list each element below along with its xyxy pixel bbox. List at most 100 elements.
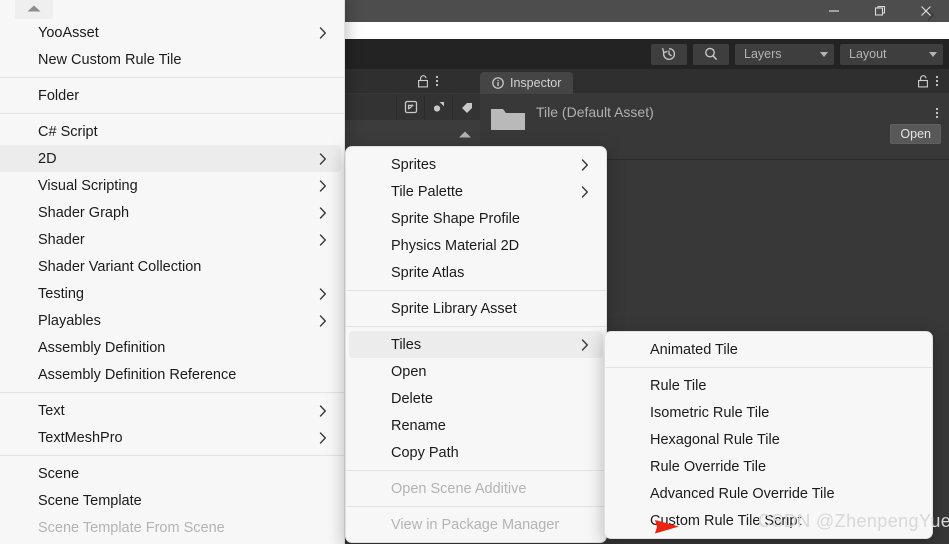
layers-dropdown-label: Layers [744, 47, 782, 61]
menu-item-shader[interactable]: Shader [0, 226, 341, 253]
menu-separator [0, 392, 344, 393]
menu-item-rule-tile[interactable]: Rule Tile [608, 372, 929, 399]
asset-header: Tile (Default Asset) Open [480, 94, 949, 160]
chevron-right-icon [319, 404, 326, 417]
menu-item-playables[interactable]: Playables [0, 307, 341, 334]
tab-inspector[interactable]: Inspector [480, 72, 574, 94]
chevron-down-icon [929, 51, 937, 57]
search-icon[interactable] [693, 43, 729, 65]
menu-item-sprite-shape-profile[interactable]: Sprite Shape Profile [349, 205, 603, 232]
kebab-menu-icon[interactable] [435, 74, 439, 88]
menu-item-label: TextMeshPro [38, 429, 123, 446]
menu-item-assembly-definition[interactable]: Assembly Definition [0, 334, 341, 361]
window-white-strip [345, 22, 949, 39]
menu-separator [0, 77, 344, 78]
menu-item-label: Open [391, 363, 427, 380]
menu-separator [346, 326, 606, 327]
open-in-new-window-icon[interactable] [396, 95, 424, 119]
lock-icon[interactable] [417, 74, 429, 88]
menu-item-shader-graph[interactable]: Shader Graph [0, 199, 341, 226]
menu-item-tiles[interactable]: Tiles [349, 331, 603, 358]
avatar-mask-icon[interactable] [424, 95, 452, 119]
menu-item-animated-tile[interactable]: Animated Tile [608, 336, 929, 363]
layers-dropdown[interactable]: Layers [735, 43, 834, 65]
menu-item-label: Testing [38, 285, 84, 302]
menu-item-sprites[interactable]: Sprites [349, 151, 603, 178]
menu-item-hexagonal-rule-tile[interactable]: Hexagonal Rule Tile [608, 426, 929, 453]
menu-items-create: YooAsset New Custom Rule Tile Folder C# Scr… [0, 19, 344, 541]
window-close-button[interactable] [903, 0, 949, 22]
menu-item-visual-scripting[interactable]: Visual Scripting [0, 172, 341, 199]
window-restore-button[interactable] [857, 0, 903, 22]
chevron-right-icon [319, 206, 326, 219]
menu-item-label: Rule Override Tile [650, 458, 767, 475]
menu-item-c-script[interactable]: C# Script [0, 118, 341, 145]
menu-item-textmeshpro[interactable]: TextMeshPro [0, 424, 341, 451]
tag-label-icon[interactable] [452, 95, 480, 119]
menu-item-new-custom-rule-tile[interactable]: New Custom Rule Tile [0, 46, 341, 73]
menu-item-advanced-rule-override-tile[interactable]: Advanced Rule Override Tile [608, 480, 929, 507]
menu-item-label: Playables [38, 312, 101, 329]
kebab-menu-icon[interactable] [935, 74, 939, 88]
menu-item-copy-path[interactable]: Copy Path [349, 439, 603, 466]
open-button[interactable]: Open [890, 124, 941, 144]
panel-left-lock-group [417, 74, 439, 88]
window-minimize-button[interactable] [811, 0, 857, 22]
lock-icon[interactable] [917, 74, 929, 88]
menu-separator [605, 367, 932, 368]
menu-item-rename[interactable]: Rename [349, 412, 603, 439]
menu-item-label: 2D [38, 150, 57, 167]
context-menu-2d: Sprites Tile Palette Sprite Shape Profile P… [345, 146, 607, 543]
kebab-menu-icon[interactable] [935, 106, 939, 125]
menu-item-yooasset[interactable]: YooAsset [0, 19, 341, 46]
menu-item-tile-palette[interactable]: Tile Palette [349, 178, 603, 205]
menu-separator [0, 113, 344, 114]
menu-item-shader-variant-collection[interactable]: Shader Variant Collection [0, 253, 341, 280]
menu-item-label: Advanced Rule Override Tile [650, 485, 835, 502]
tab-inspector-label: Inspector [510, 76, 562, 90]
menu-item-label: Sprite Atlas [391, 264, 465, 281]
menu-item-2d[interactable]: 2D [0, 145, 341, 172]
menu-item-label: Rename [391, 417, 446, 434]
menu-item-label: Hexagonal Rule Tile [650, 431, 780, 448]
menu-item-isometric-rule-tile[interactable]: Isometric Rule Tile [608, 399, 929, 426]
chevron-right-icon [319, 26, 326, 39]
layout-dropdown[interactable]: Layout [840, 43, 943, 65]
menu-item-delete[interactable]: Delete [349, 385, 603, 412]
menu-item-label: Visual Scripting [38, 177, 138, 194]
chevron-right-icon [319, 314, 326, 327]
menu-item-label: Folder [38, 87, 80, 104]
scroll-up-arrow-icon[interactable] [453, 124, 477, 144]
menu-item-text[interactable]: Text [0, 397, 341, 424]
menu-item-folder[interactable]: Folder [0, 82, 341, 109]
folder-icon [490, 104, 526, 132]
menu-item-scene-template[interactable]: Scene Template [0, 487, 341, 514]
chevron-right-icon [581, 338, 588, 351]
menu-item-label: Text [38, 402, 65, 419]
menu-item-testing[interactable]: Testing [0, 280, 341, 307]
history-icon[interactable] [651, 43, 687, 65]
menu-item-assembly-definition-reference[interactable]: Assembly Definition Reference [0, 361, 341, 388]
red-arrow-annotation [613, 520, 679, 534]
unity-toolbar: Layers Layout [345, 39, 949, 69]
menu-item-label: Sprite Library Asset [391, 300, 517, 317]
menu-item-open-scene-additive: Open Scene Additive [349, 475, 603, 502]
menu-item-sprite-library-asset[interactable]: Sprite Library Asset [349, 295, 603, 322]
menu-item-physics-material-2d[interactable]: Physics Material 2D [349, 232, 603, 259]
chevron-right-icon [319, 287, 326, 300]
menu-item-label: Sprites [391, 156, 437, 173]
menu-scroll-up-arrow-icon[interactable] [15, 0, 53, 19]
menu-items-2d: Sprites Tile Palette Sprite Shape Profile P… [346, 151, 606, 538]
menu-item-sprite-atlas[interactable]: Sprite Atlas [349, 259, 603, 286]
menu-item-label: Shader Variant Collection [38, 258, 202, 275]
menu-separator [0, 455, 344, 456]
menu-item-label: Assembly Definition Reference [38, 366, 237, 383]
window-titlebar [345, 0, 949, 22]
menu-item-scene[interactable]: Scene [0, 460, 341, 487]
menu-separator [346, 290, 606, 291]
menu-item-label: Animated Tile [650, 341, 738, 358]
menu-item-rule-override-tile[interactable]: Rule Override Tile [608, 453, 929, 480]
chevron-right-icon [927, 9, 934, 21]
menu-item-label: Tile Palette [391, 183, 463, 200]
menu-item-open[interactable]: Open [349, 358, 603, 385]
